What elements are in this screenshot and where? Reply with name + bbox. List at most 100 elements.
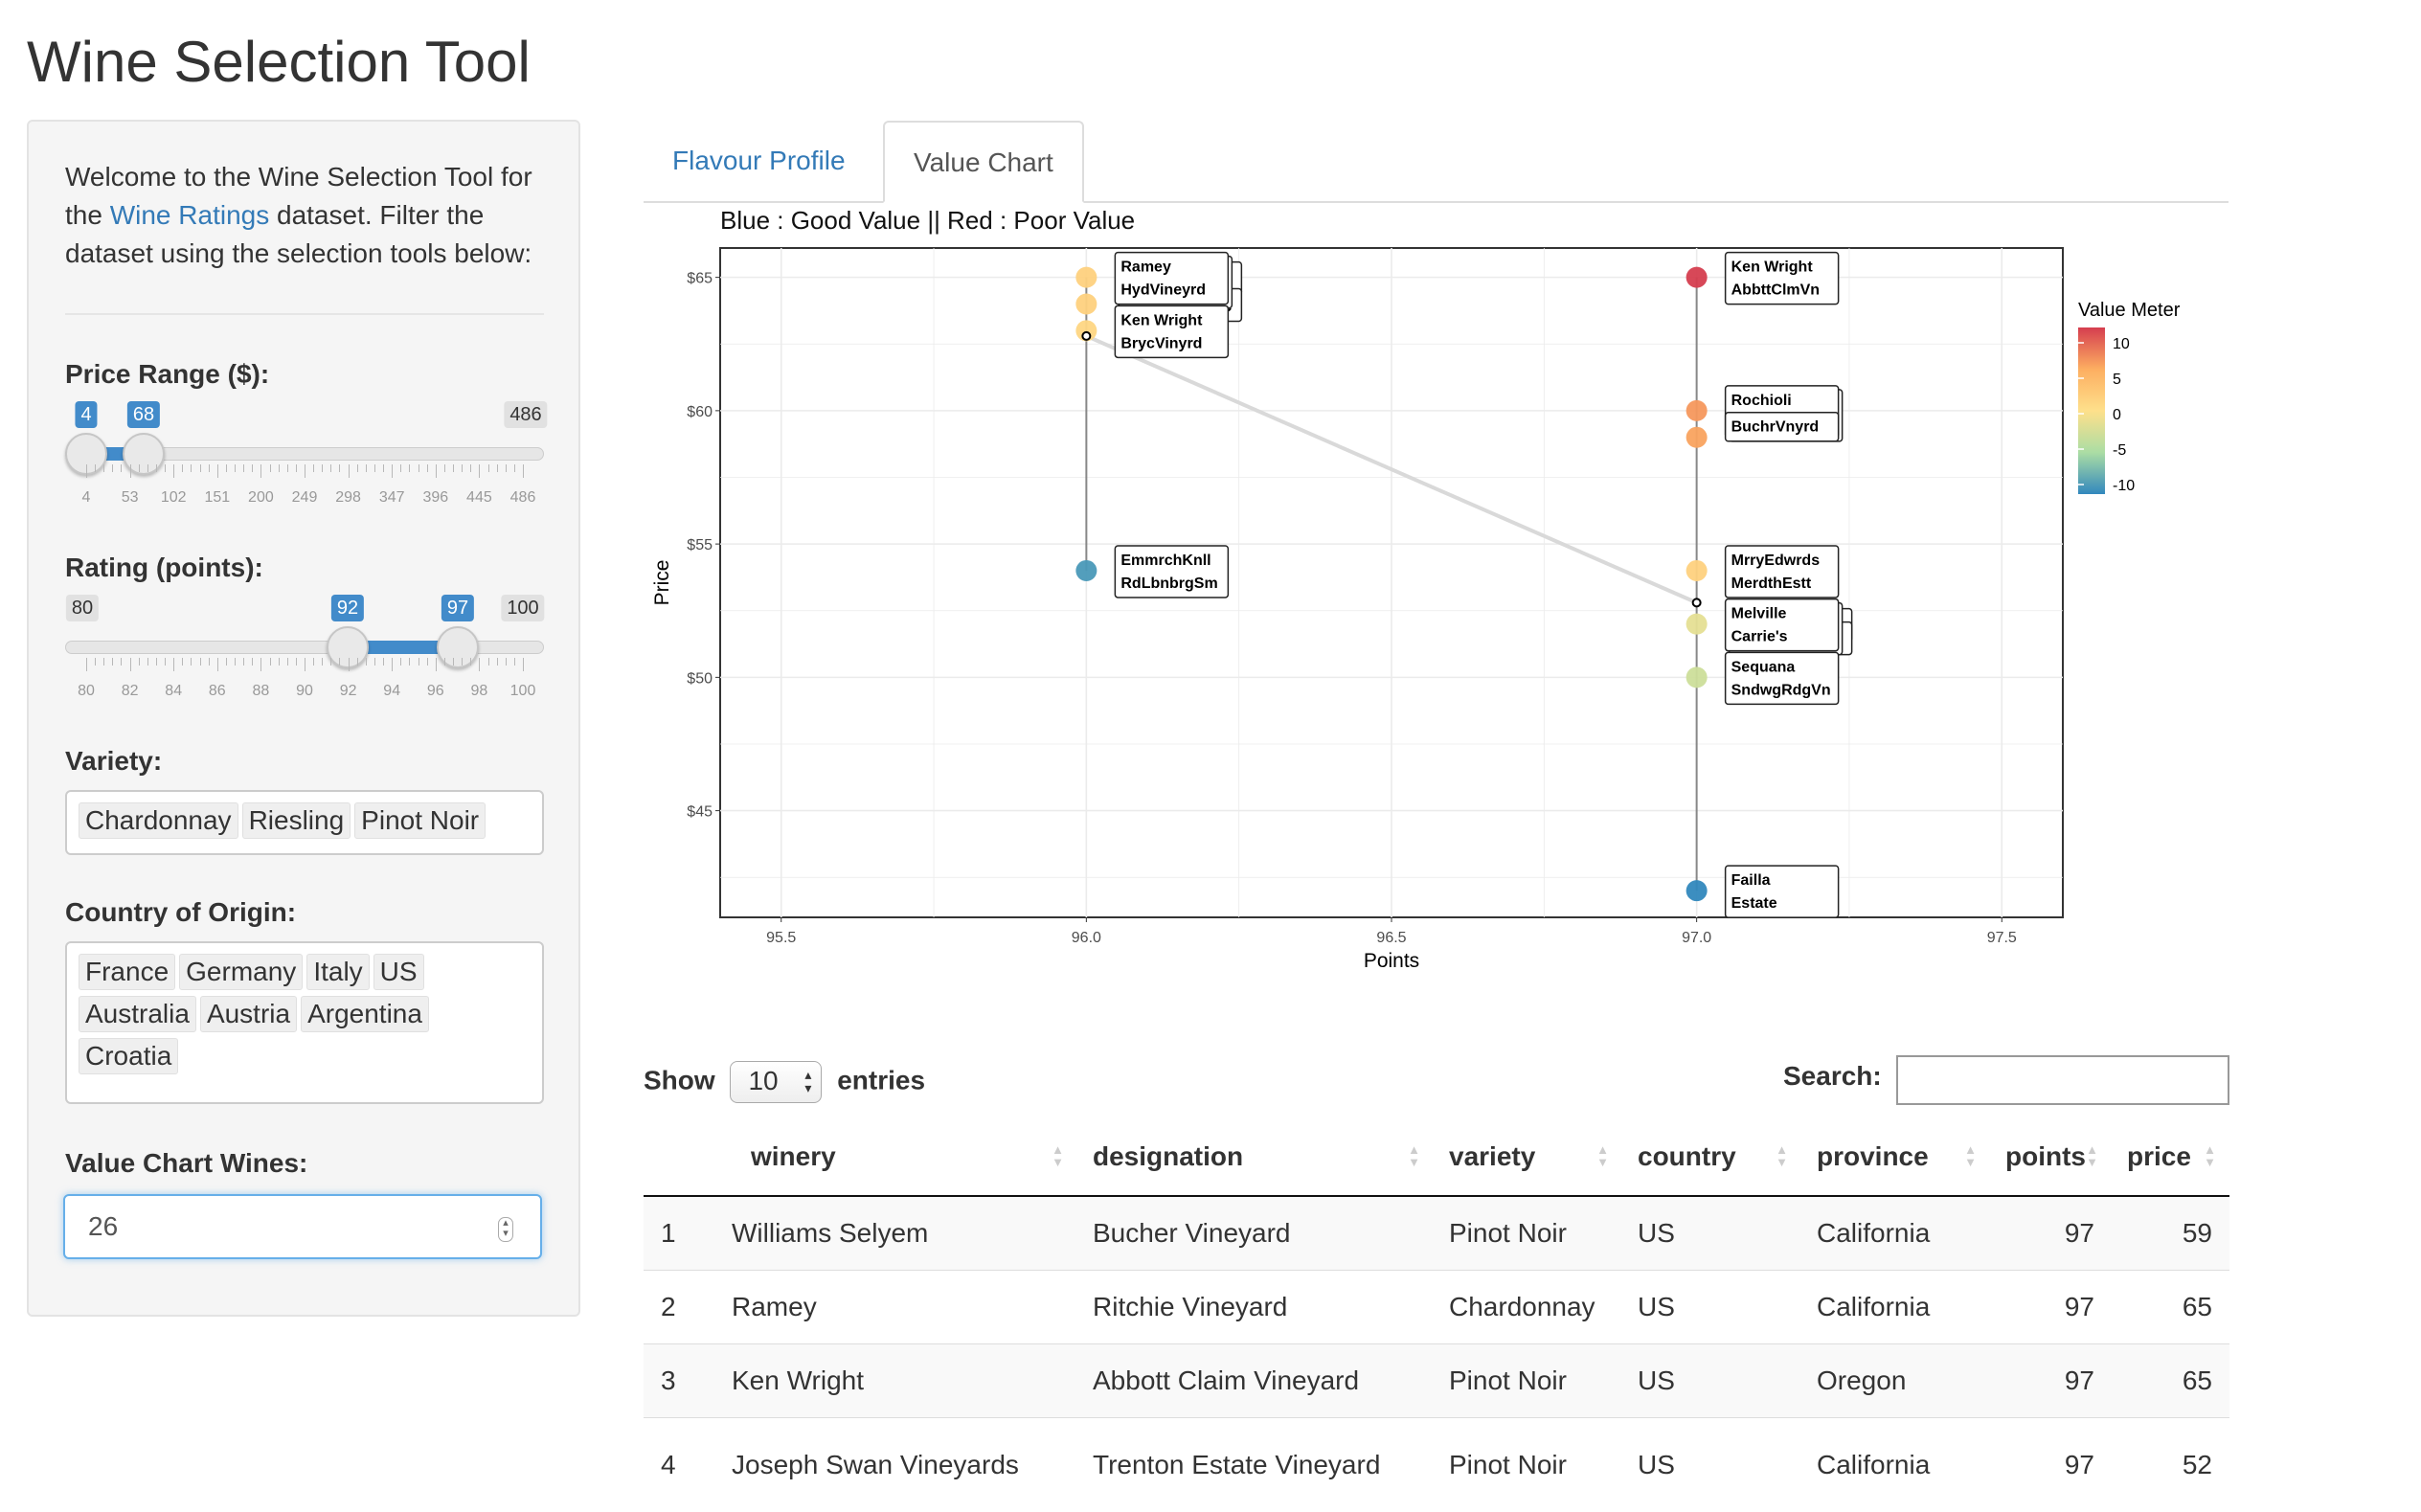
sort-icon: ▲▼ bbox=[2204, 1143, 2216, 1168]
slider-tick bbox=[383, 464, 384, 472]
price-range-label: Price Range ($): bbox=[65, 359, 269, 390]
table-cell: 65 bbox=[2112, 1271, 2229, 1344]
table-row[interactable]: 4Joseph Swan VineyardsTrenton Estate Vin… bbox=[644, 1418, 2229, 1512]
col-header-variety[interactable]: variety▲▼ bbox=[1434, 1118, 1622, 1196]
number-spinner-icon[interactable]: ▴▾ bbox=[498, 1217, 513, 1242]
tab-value-chart[interactable]: Value Chart bbox=[883, 121, 1084, 203]
country-chip[interactable]: Austria bbox=[200, 996, 297, 1032]
country-chip[interactable]: Germany bbox=[179, 954, 303, 990]
table-row[interactable]: 3Ken WrightAbbott Claim VineyardPinot No… bbox=[644, 1344, 2229, 1418]
slider-tick bbox=[313, 658, 314, 666]
table-cell: 52 bbox=[2112, 1418, 2229, 1512]
slider-tick bbox=[392, 464, 393, 478]
value-chart-wines-input[interactable]: 26 ▴▾ bbox=[63, 1194, 542, 1259]
slider-tick bbox=[330, 658, 331, 666]
country-chip[interactable]: Australia bbox=[79, 996, 196, 1032]
slider-tick-label: 445 bbox=[466, 489, 492, 507]
col-header-points[interactable]: points▲▼ bbox=[1990, 1118, 2112, 1196]
col-header-designation-label: designation bbox=[1093, 1141, 1243, 1171]
mean-point bbox=[1693, 598, 1701, 606]
slider-tick bbox=[165, 658, 166, 666]
label-text: Ken Wright bbox=[1120, 312, 1203, 328]
table-cell: Chardonnay bbox=[1434, 1271, 1622, 1344]
table-cell: Williams Selyem bbox=[713, 1196, 1077, 1271]
rating-min-bubble: 80 bbox=[66, 595, 99, 621]
table-cell: US bbox=[1622, 1418, 1801, 1512]
slider-tick bbox=[270, 464, 271, 472]
slider-tick bbox=[217, 464, 218, 478]
slider-tick bbox=[182, 658, 183, 666]
col-header-index bbox=[644, 1118, 713, 1196]
table-cell: 97 bbox=[1990, 1344, 2112, 1418]
col-header-country[interactable]: country▲▼ bbox=[1622, 1118, 1801, 1196]
tab-flavour-profile[interactable]: Flavour Profile bbox=[644, 121, 874, 201]
slider-tick bbox=[121, 658, 122, 666]
label-text: HydVineyrd bbox=[1120, 282, 1206, 299]
slider-tick bbox=[523, 658, 524, 671]
slider-tick bbox=[217, 658, 218, 671]
slider-tick bbox=[444, 658, 445, 666]
price-range-slider[interactable]: 4 68 486 453102151200249298347396445486 bbox=[65, 401, 554, 535]
variety-chip[interactable]: Pinot Noir bbox=[354, 802, 486, 839]
data-point bbox=[1075, 560, 1097, 581]
tab-bar: Flavour Profile Value Chart bbox=[644, 121, 2229, 203]
point-label: Ken WrightAbbttClmVn bbox=[1726, 253, 1839, 305]
table-cell: Pinot Noir bbox=[1434, 1196, 1622, 1271]
table-row[interactable]: 1Williams SelyemBucher VineyardPinot Noi… bbox=[644, 1196, 2229, 1271]
wine-ratings-link[interactable]: Wine Ratings bbox=[110, 200, 270, 230]
slider-tick bbox=[226, 658, 227, 666]
slider-tick-label: 151 bbox=[204, 489, 230, 507]
slider-tick bbox=[383, 658, 384, 666]
country-chip[interactable]: US bbox=[373, 954, 424, 990]
table-cell: US bbox=[1622, 1344, 1801, 1418]
slider-tick-label: 298 bbox=[335, 489, 361, 507]
slider-tick bbox=[330, 464, 331, 472]
slider-tick-label: 100 bbox=[510, 683, 536, 700]
table-cell: 65 bbox=[2112, 1344, 2229, 1418]
rating-to-handle[interactable] bbox=[437, 626, 479, 668]
select-arrows-icon: ▴▾ bbox=[804, 1068, 811, 1095]
slider-tick bbox=[243, 464, 244, 472]
variety-chip[interactable]: Chardonnay bbox=[79, 802, 238, 839]
country-select[interactable]: FranceGermanyItalyUS AustraliaAustriaArge… bbox=[65, 941, 544, 1104]
legend-colorbar bbox=[2078, 327, 2105, 494]
slider-tick bbox=[374, 658, 375, 666]
country-chip[interactable]: France bbox=[79, 954, 175, 990]
slider-tick bbox=[436, 464, 437, 478]
slider-tick bbox=[497, 464, 498, 472]
price-to-handle[interactable] bbox=[123, 433, 165, 475]
slider-tick bbox=[479, 658, 480, 671]
col-header-province[interactable]: province▲▼ bbox=[1801, 1118, 1990, 1196]
slider-tick bbox=[409, 658, 410, 666]
slider-tick bbox=[260, 658, 261, 671]
data-point bbox=[1686, 880, 1708, 901]
slider-tick bbox=[191, 658, 192, 666]
table-cell: Pinot Noir bbox=[1434, 1344, 1622, 1418]
slider-tick-label: 84 bbox=[165, 683, 182, 700]
variety-chip[interactable]: Riesling bbox=[242, 802, 351, 839]
rating-slider[interactable]: 80 92 97 100 80828486889092949698100 bbox=[65, 595, 554, 729]
intro-text: Welcome to the Wine Selection Tool for t… bbox=[65, 158, 563, 273]
entries-select[interactable]: 10▴▾ bbox=[730, 1061, 822, 1103]
col-header-designation[interactable]: designation▲▼ bbox=[1077, 1118, 1434, 1196]
col-header-price[interactable]: price▲▼ bbox=[2112, 1118, 2229, 1196]
variety-select[interactable]: ChardonnayRieslingPinot Noir bbox=[65, 790, 544, 855]
data-point bbox=[1686, 666, 1708, 688]
sort-icon: ▲▼ bbox=[1596, 1143, 1609, 1168]
slider-tick bbox=[287, 464, 288, 472]
rating-to-bubble: 97 bbox=[441, 595, 474, 621]
slider-tick bbox=[366, 658, 367, 666]
sidebar-panel: Welcome to the Wine Selection Tool for t… bbox=[27, 120, 580, 1317]
country-chip[interactable]: Croatia bbox=[79, 1038, 178, 1074]
slider-tick bbox=[444, 464, 445, 472]
slider-tick bbox=[279, 658, 280, 666]
label-text: Rochioli bbox=[1731, 393, 1792, 409]
country-chip[interactable]: Italy bbox=[306, 954, 369, 990]
legend-label: 0 bbox=[2113, 407, 2121, 423]
col-header-winery[interactable]: winery▲▼ bbox=[713, 1118, 1077, 1196]
table-cell: Abbott Claim Vineyard bbox=[1077, 1344, 1434, 1418]
search-input[interactable] bbox=[1896, 1055, 2229, 1105]
table-row[interactable]: 2RameyRitchie VineyardChardonnayUSCalifo… bbox=[644, 1271, 2229, 1344]
slider-tick-label: 396 bbox=[422, 489, 448, 507]
country-chip[interactable]: Argentina bbox=[301, 996, 429, 1032]
